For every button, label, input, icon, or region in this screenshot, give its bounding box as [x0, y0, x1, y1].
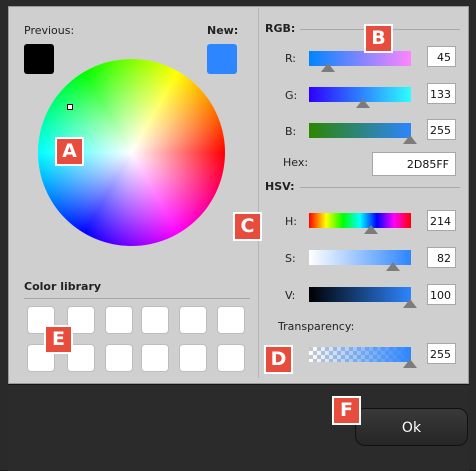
saturation-label: S:: [285, 252, 296, 265]
transparency-label: Transparency:: [278, 320, 355, 333]
library-swatch-11[interactable]: [179, 344, 207, 372]
color-picker-dialog: Previous: New: Color library RGB: R: 45 …: [0, 0, 476, 471]
hue-slider-thumb[interactable]: [364, 225, 378, 234]
hue-label: H:: [285, 215, 297, 228]
red-slider-thumb[interactable]: [321, 63, 335, 72]
callout-e: E: [44, 325, 73, 354]
value-slider[interactable]: [309, 287, 411, 302]
hex-label: Hex:: [283, 156, 309, 169]
value-slider-thumb[interactable]: [403, 299, 417, 308]
hue-value-input[interactable]: 214: [427, 210, 456, 231]
library-swatch-5[interactable]: [179, 306, 207, 334]
ok-button[interactable]: Ok: [355, 408, 468, 446]
color-library-title: Color library: [24, 280, 102, 293]
hue-slider[interactable]: [309, 213, 411, 228]
library-swatch-4[interactable]: [141, 306, 169, 334]
hsv-divider: [300, 187, 460, 188]
library-swatch-12[interactable]: [217, 344, 245, 372]
hsv-title: HSV:: [265, 180, 295, 193]
transparency-value-input[interactable]: 255: [427, 343, 456, 364]
library-swatch-9[interactable]: [105, 344, 133, 372]
library-swatch-3[interactable]: [105, 306, 133, 334]
previous-label: Previous:: [24, 24, 75, 37]
value-value-input[interactable]: 100: [427, 284, 456, 305]
library-swatch-6[interactable]: [217, 306, 245, 334]
blue-slider[interactable]: [309, 123, 411, 138]
callout-a: A: [55, 137, 84, 166]
saturation-slider-thumb[interactable]: [386, 262, 400, 271]
red-label: R:: [285, 52, 297, 65]
callout-d: D: [264, 345, 293, 374]
new-color-swatch: [207, 44, 237, 74]
blue-label: B:: [285, 125, 297, 138]
value-label: V:: [285, 289, 296, 302]
panel-divider: [258, 8, 259, 378]
red-value-input[interactable]: 45: [427, 46, 456, 67]
callout-f: F: [332, 396, 361, 425]
green-label: G:: [285, 89, 298, 102]
transparency-slider-thumb[interactable]: [403, 359, 417, 368]
library-swatch-10[interactable]: [141, 344, 169, 372]
saturation-value-input[interactable]: 82: [427, 247, 456, 268]
wheel-selector-handle[interactable]: [67, 104, 73, 110]
blue-slider-thumb[interactable]: [403, 135, 417, 144]
hex-input[interactable]: 2D85FF: [372, 152, 456, 176]
library-divider: [24, 298, 250, 299]
callout-b: B: [364, 24, 393, 53]
new-label: New:: [207, 24, 239, 37]
previous-color-swatch[interactable]: [24, 44, 54, 74]
transparency-slider[interactable]: [309, 347, 411, 362]
green-slider-thumb[interactable]: [356, 99, 370, 108]
blue-value-input[interactable]: 255: [427, 119, 456, 140]
green-value-input[interactable]: 133: [427, 83, 456, 104]
callout-c: C: [233, 212, 262, 241]
rgb-title: RGB:: [265, 22, 296, 35]
